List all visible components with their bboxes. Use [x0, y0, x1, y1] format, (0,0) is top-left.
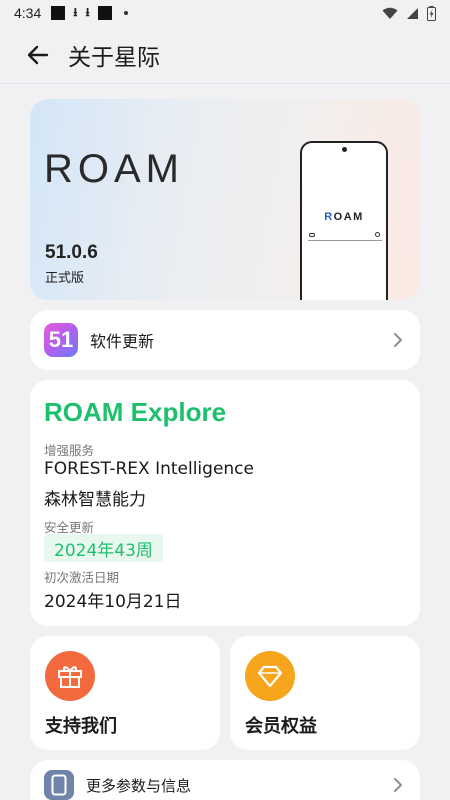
status-bar: 4:34 ⭳ ⭳	[0, 0, 450, 26]
release-channel: 正式版	[45, 271, 85, 286]
activation-date-label: 初次激活日期	[44, 570, 120, 585]
brand-logo: ROAM	[44, 147, 184, 191]
download-icon: ⭳	[85, 4, 90, 19]
phone-camera	[342, 147, 347, 152]
battery-icon	[427, 5, 436, 21]
version-badge-icon: 51	[44, 323, 78, 357]
software-update-row[interactable]: 51 软件更新	[30, 310, 420, 370]
support-us-label: 支持我们	[45, 716, 117, 737]
status-time: 4:34	[14, 5, 42, 21]
member-benefits-label: 会员权益	[245, 716, 317, 737]
notification-icon	[51, 6, 66, 20]
security-update-value: 2024年43周	[44, 534, 163, 562]
link-icon	[309, 233, 315, 237]
notification-icon	[97, 6, 112, 20]
phone-illustration: ROAM	[300, 141, 388, 300]
enhanced-service-label: 增强服务	[44, 443, 95, 458]
activation-date-value: 2024年10月21日	[44, 592, 182, 612]
back-button[interactable]	[22, 39, 54, 71]
chevron-right-icon	[394, 333, 402, 347]
phone-info-icon	[44, 770, 74, 800]
enhanced-service-value-en: FOREST-REX Intelligence	[44, 459, 254, 479]
phone-brand-logo: ROAM	[324, 211, 364, 223]
system-info-card: ROAM Explore 增强服务 FOREST-REX Intelligenc…	[30, 380, 420, 626]
page-title: 关于星际	[68, 44, 160, 71]
hero-banner: ROAM 51.0.6 正式版 ROAM	[30, 99, 420, 300]
system-name: ROAM Explore	[44, 397, 227, 427]
more-notifications-icon	[123, 11, 128, 15]
app-bar: 关于星际	[0, 26, 450, 84]
phone-search-bar	[308, 231, 382, 241]
software-update-label: 软件更新	[90, 332, 155, 351]
arrow-left-icon	[27, 45, 49, 64]
diamond-icon	[245, 651, 295, 701]
more-params-row[interactable]: 更多参数与信息	[30, 760, 420, 800]
gift-icon	[45, 651, 95, 701]
wifi-icon	[382, 7, 398, 19]
signal-icon	[407, 7, 418, 19]
chevron-right-icon	[394, 778, 402, 792]
enhanced-service-value-cn: 森林智慧能力	[44, 490, 146, 510]
version-number: 51.0.6	[45, 242, 98, 263]
more-params-label: 更多参数与信息	[86, 777, 192, 795]
member-benefits-tile[interactable]: 会员权益	[230, 636, 420, 750]
support-us-tile[interactable]: 支持我们	[30, 636, 220, 750]
search-icon	[375, 232, 380, 237]
download-icon: ⭳	[73, 4, 78, 19]
